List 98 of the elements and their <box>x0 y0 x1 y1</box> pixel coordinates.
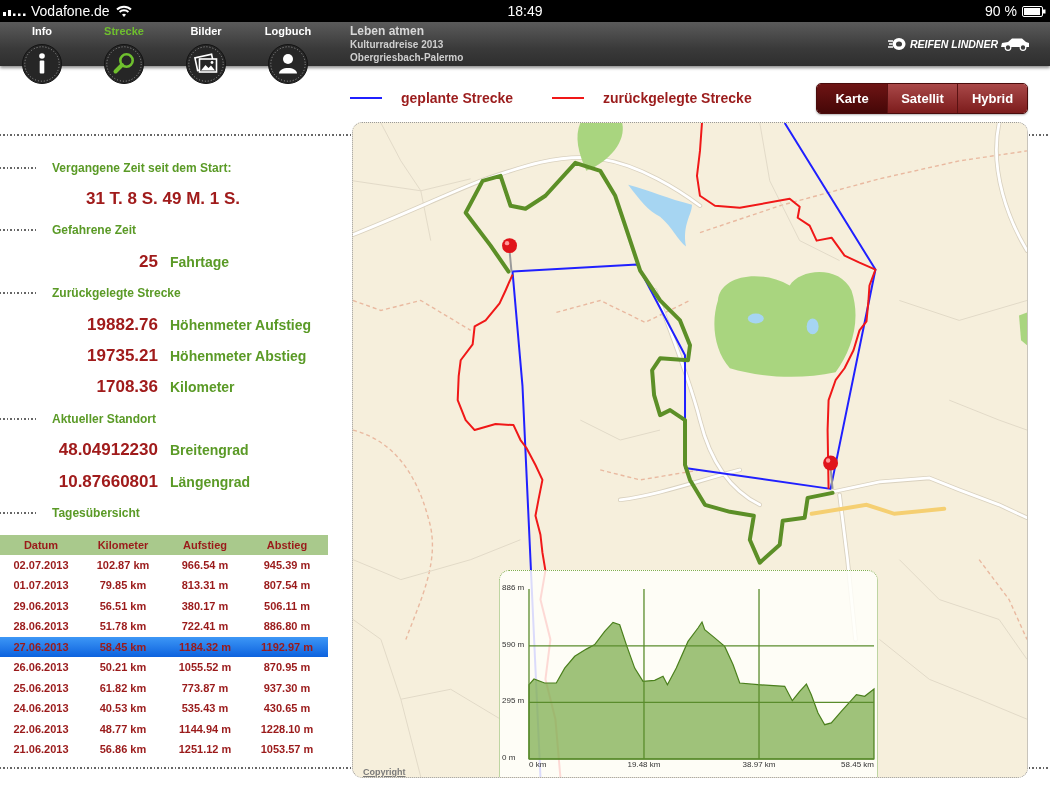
table-cell-text: 1228.10 m <box>259 722 315 735</box>
trip-subtitle: Obergriesbach-Palermo <box>350 51 464 64</box>
axis-label: 886 m <box>502 583 525 592</box>
table-cell-text: 722.41 m <box>180 620 230 633</box>
table-cell-text: 50.21 km <box>98 661 148 674</box>
stat-value: 19735.21 <box>86 346 158 367</box>
table-cell-text: 56.86 km <box>98 743 148 756</box>
table-cell-text: 430.65 m <box>262 702 312 715</box>
table-cell-text: 48.77 km <box>98 722 148 735</box>
table-cell-text: 1055.52 m <box>177 661 233 674</box>
table-cell-text: 886.80 m <box>262 620 312 633</box>
axis-label: 0 km <box>529 760 547 769</box>
table-cell-text: 1144.94 m <box>178 722 232 735</box>
stat-label: Fahrtage <box>170 253 230 270</box>
table-cell-text: 807.54 m <box>262 579 312 592</box>
map-pin-icon[interactable] <box>502 238 517 273</box>
copyright-link[interactable]: Copyright <box>363 768 406 777</box>
axis-label: 19.48 km <box>627 760 661 769</box>
table-cell-text: 1053.57 m <box>259 743 315 756</box>
table-cell-text: 945.39 m <box>262 558 312 571</box>
table-cell-text: 27.06.2013 <box>12 640 70 653</box>
stat-label: Höhenmeter Abstieg <box>170 348 307 365</box>
stat-label: Kilometer <box>170 379 235 396</box>
table-cell-text: 535.43 m <box>180 702 230 715</box>
table-cell-text: 56.51 km <box>98 599 148 612</box>
section-heading: Zurückgelegte Strecke <box>52 286 181 301</box>
tab[interactable]: Logbuch <box>253 24 323 86</box>
axis-label: 295 m <box>502 696 525 706</box>
map-type-tab[interactable]: Satellit <box>887 83 957 113</box>
map-type-tab[interactable]: Hybrid <box>957 83 1027 113</box>
stat-value: 19882.76 <box>86 314 158 335</box>
carrier-name: Vodafone.de <box>31 3 110 19</box>
stat-label: Längengrad <box>170 473 251 490</box>
axis-label: 0 m <box>502 753 516 762</box>
table-cell-text: 966.54 m <box>180 558 230 571</box>
table-cell-text: 22.06.2013 <box>12 722 70 735</box>
table-cell-text: 61.82 km <box>98 681 148 694</box>
person-icon <box>268 44 308 84</box>
stat-value: 48.04912230 <box>57 440 158 461</box>
table-cell-text: 1192.97 m <box>260 640 314 653</box>
map-view[interactable]: 886 m 590 m 295 m 0 m 0 km 19.48 km 38.97 km 58.45 km Copyright <box>352 122 1028 778</box>
section-heading: Tagesübersicht <box>52 506 140 520</box>
table-cell-text: 813.31 m <box>180 579 230 592</box>
table-cell-text: 870.95 m <box>262 661 312 674</box>
stat-value: 10.87660801 <box>57 471 158 492</box>
table-cell-text: 29.06.2013 <box>12 599 70 612</box>
tab[interactable]: Strecke <box>89 24 159 86</box>
table-cell-text: 380.17 m <box>180 599 230 612</box>
section-heading: Gefahrene Zeit <box>52 223 137 238</box>
table-cell-text: 28.06.2013 <box>12 620 70 633</box>
table-cell-text: 79.85 km <box>98 579 148 592</box>
map-type-tab[interactable]: Karte <box>817 83 887 113</box>
legend-label: geplante Strecke <box>401 90 514 106</box>
wifi-icon <box>115 5 132 17</box>
column-header: Aufstieg <box>182 538 228 551</box>
table-cell-text: 58.45 km <box>98 640 148 653</box>
table-cell-text: 102.87 km <box>95 558 151 571</box>
table-cell-text: 937.30 m <box>262 681 312 694</box>
axis-label: 590 m <box>502 639 525 649</box>
column-header: Abstieg <box>265 538 309 551</box>
table-cell-text: 1251.12 m <box>177 743 233 756</box>
table-cell-text: 40.53 km <box>98 702 148 715</box>
table-cell-text: 26.06.2013 <box>12 661 70 674</box>
legend-label: zurückgelegte Strecke <box>603 90 752 106</box>
table-cell-text: 01.07.2013 <box>12 579 70 592</box>
map-pin-icon[interactable] <box>823 455 839 490</box>
tire-icon <box>887 37 908 51</box>
clock-time: 18:49 <box>507 3 543 19</box>
battery-icon <box>1022 5 1046 17</box>
trip-subtitle: Kulturradreise 2013 <box>350 38 445 51</box>
photos-icon <box>186 44 226 84</box>
battery-percentage: 90 % <box>985 3 1017 19</box>
logo-text: REIFEN LINDNER <box>909 38 998 50</box>
axis-label: 38.97 km <box>742 760 776 769</box>
trip-title: Leben atmen <box>350 24 425 38</box>
stat-label: Höhenmeter Aufstieg <box>170 316 312 333</box>
table-cell-text: 02.07.2013 <box>12 558 70 571</box>
table-cell-text: 21.06.2013 <box>12 743 70 756</box>
stat-value: 25 <box>138 251 158 272</box>
search-icon <box>104 44 144 84</box>
table-cell-text: 25.06.2013 <box>12 681 70 694</box>
stat-value: 1708.36 <box>95 377 158 398</box>
section-heading: Vergangene Zeit seit dem Start: <box>52 160 232 175</box>
tab[interactable]: Info <box>7 24 77 86</box>
duration-value: 31 T. 8 S. 49 M. 1 S. <box>86 189 240 210</box>
table-cell-text: 51.78 km <box>98 620 148 633</box>
stat-label: Breitengrad <box>170 442 249 459</box>
table-cell-text: 1184.32 m <box>178 640 232 653</box>
table-cell-text: 24.06.2013 <box>12 702 70 715</box>
table-cell-text: 506.11 m <box>263 599 311 612</box>
tab[interactable]: Bilder <box>171 24 241 86</box>
section-heading: Aktueller Standort <box>52 411 156 426</box>
table-cell-text: 773.87 m <box>180 681 230 694</box>
axis-label: 58.45 km <box>841 760 874 769</box>
column-header: Datum <box>22 538 60 551</box>
info-icon <box>22 44 62 84</box>
car-icon <box>1000 37 1030 51</box>
column-header: Kilometer <box>96 538 150 551</box>
